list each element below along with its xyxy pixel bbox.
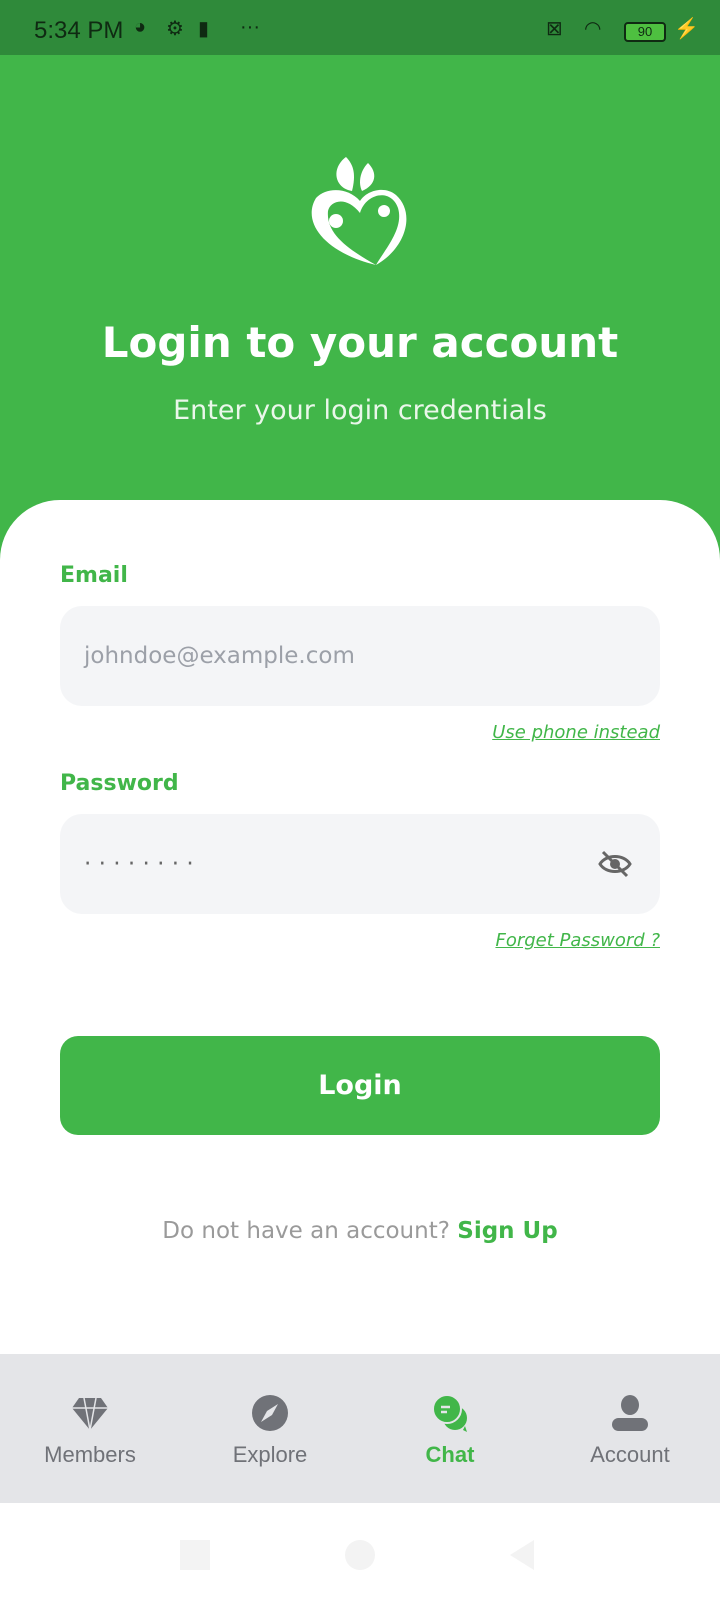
- wifi-icon: ◠: [584, 18, 602, 40]
- status-time: 5:34 PM: [34, 17, 124, 44]
- charging-icon: ⚡: [674, 18, 699, 40]
- email-label: Email: [60, 563, 128, 588]
- password-label: Password: [60, 771, 179, 796]
- header: [0, 55, 720, 575]
- tab-label: Chat: [425, 1442, 475, 1467]
- sim-icon: ⊠: [546, 18, 563, 40]
- battery-icon: 90: [624, 22, 666, 42]
- compass-icon: [252, 1395, 288, 1431]
- app-logo: [311, 157, 407, 265]
- bottom-nav: Members Explore Chat Account: [0, 1354, 720, 1503]
- gear-icon: ⚙: [166, 18, 184, 40]
- eye-off-icon[interactable]: [598, 850, 632, 878]
- person-icon: [612, 1395, 648, 1431]
- login-button[interactable]: Login: [60, 1036, 660, 1135]
- page-subtitle: Enter your login credentials: [173, 395, 547, 426]
- signup-prompt: Do not have an account? Sign Up: [0, 1218, 720, 1244]
- chat-icon: [432, 1394, 467, 1432]
- signup-link[interactable]: Sign Up: [457, 1218, 557, 1244]
- recents-button[interactable]: [180, 1540, 210, 1570]
- password-value: · · · · · · · ·: [84, 851, 194, 877]
- more-icon: ···: [240, 16, 260, 38]
- notification-icon: ▮: [198, 18, 210, 40]
- email-input[interactable]: johndoe@example.com: [60, 606, 660, 706]
- tab-chat[interactable]: Chat: [360, 1354, 540, 1503]
- back-button[interactable]: [510, 1540, 534, 1570]
- tab-label: Members: [44, 1442, 136, 1467]
- tab-explore[interactable]: Explore: [180, 1354, 360, 1503]
- password-input[interactable]: · · · · · · · ·: [60, 814, 660, 914]
- status-bar: 5:34 PM ◕ ⚙ ▮ ··· ⊠ ◠ 90 ⚡: [0, 0, 720, 55]
- no-account-text: Do not have an account?: [162, 1218, 450, 1244]
- tab-label: Explore: [232, 1442, 308, 1467]
- use-phone-link[interactable]: Use phone instead: [492, 722, 660, 743]
- tab-account[interactable]: Account: [540, 1354, 720, 1503]
- forgot-password-link[interactable]: Forget Password ?: [495, 930, 660, 951]
- page-title: Login to your account: [101, 318, 619, 367]
- home-button[interactable]: [345, 1540, 375, 1570]
- tab-label: Account: [590, 1442, 670, 1467]
- app-notification-icon: ◕: [134, 16, 147, 38]
- tab-members[interactable]: Members: [0, 1354, 180, 1503]
- diamond-icon: [72, 1397, 108, 1431]
